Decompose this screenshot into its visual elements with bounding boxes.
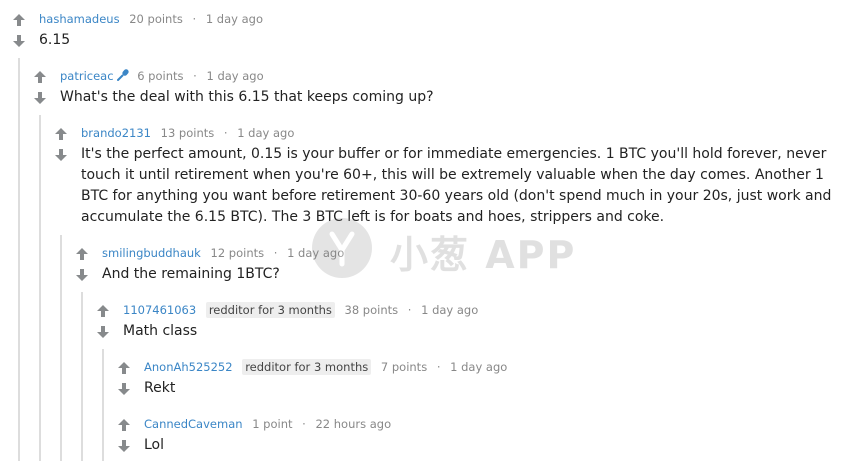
author-link[interactable]: hashamadeus	[39, 12, 120, 26]
comment-meta: AnonAh525252 redditor for 3 months 7 poi…	[144, 359, 507, 375]
points: 7 points	[380, 360, 428, 374]
thread-line[interactable]	[60, 235, 62, 461]
separator: ·	[302, 417, 306, 431]
downvote-arrow-icon[interactable]	[96, 325, 110, 339]
user-flair: redditor for 3 months	[205, 302, 335, 318]
timestamp[interactable]: 1 day ago	[206, 12, 263, 26]
comment-meta: CannedCaveman 1 point · 22 hours ago	[144, 416, 391, 432]
comment-body: Rekt	[144, 380, 176, 396]
comment-meta: brando2131 13 points · 1 day ago	[81, 125, 294, 141]
comment-body: What's the deal with this 6.15 that keep…	[60, 89, 434, 105]
upvote-arrow-icon[interactable]	[75, 247, 89, 261]
downvote-arrow-icon[interactable]	[117, 439, 131, 453]
separator: ·	[223, 126, 228, 140]
separator: ·	[193, 69, 197, 83]
separator: ·	[273, 246, 278, 260]
timestamp[interactable]: 1 day ago	[237, 126, 294, 140]
upvote-arrow-icon[interactable]	[117, 418, 131, 432]
author-link[interactable]: 1107461063	[123, 303, 196, 317]
author-link[interactable]: brando2131	[81, 126, 151, 140]
timestamp[interactable]: 1 day ago	[206, 69, 263, 83]
points: 13 points	[160, 126, 215, 140]
author-link[interactable]: smilingbuddhauk	[102, 246, 201, 260]
thread-line[interactable]	[18, 58, 20, 461]
downvote-arrow-icon[interactable]	[117, 382, 131, 396]
timestamp[interactable]: 1 day ago	[450, 360, 507, 374]
upvote-arrow-icon[interactable]	[12, 13, 26, 27]
comment-body: It's the perfect amount, 0.15 is your bu…	[81, 146, 832, 225]
timestamp[interactable]: 1 day ago	[421, 303, 478, 317]
timestamp[interactable]: 1 day ago	[287, 246, 344, 260]
separator: ·	[192, 12, 197, 26]
comment-meta: 1107461063 redditor for 3 months 38 poin…	[123, 302, 478, 318]
upvote-arrow-icon[interactable]	[54, 127, 68, 141]
author-link[interactable]: patriceac	[60, 69, 114, 83]
separator: ·	[436, 360, 441, 374]
microphone-icon	[116, 68, 130, 86]
thread-line[interactable]	[81, 292, 83, 461]
upvote-arrow-icon[interactable]	[33, 70, 47, 84]
upvote-arrow-icon[interactable]	[117, 361, 131, 375]
points: 1 point	[252, 417, 293, 431]
thread-line[interactable]	[39, 115, 41, 461]
thread-line[interactable]	[102, 349, 104, 461]
points: 6 points	[137, 69, 184, 83]
comment-body: Math class	[123, 323, 198, 339]
points: 20 points	[129, 12, 183, 26]
points: 12 points	[210, 246, 265, 260]
user-flair: redditor for 3 months	[242, 359, 372, 375]
downvote-arrow-icon[interactable]	[12, 34, 26, 48]
comment-meta: patriceac 6 points · 1 day ago	[60, 68, 264, 86]
comment-meta: hashamadeus 20 points · 1 day ago	[39, 11, 263, 27]
upvote-arrow-icon[interactable]	[96, 304, 110, 318]
separator: ·	[407, 303, 412, 317]
comment-meta: smilingbuddhauk 12 points · 1 day ago	[102, 245, 344, 261]
downvote-arrow-icon[interactable]	[33, 91, 47, 105]
comment-body: And the remaining 1BTC?	[102, 266, 280, 282]
timestamp[interactable]: 22 hours ago	[315, 417, 391, 431]
downvote-arrow-icon[interactable]	[54, 148, 68, 162]
comment-body: Lol	[144, 437, 165, 453]
downvote-arrow-icon[interactable]	[75, 268, 89, 282]
points: 38 points	[344, 303, 399, 317]
comment-body: 6.15	[39, 32, 71, 48]
author-link[interactable]: AnonAh525252	[144, 360, 233, 374]
author-link[interactable]: CannedCaveman	[144, 417, 243, 431]
